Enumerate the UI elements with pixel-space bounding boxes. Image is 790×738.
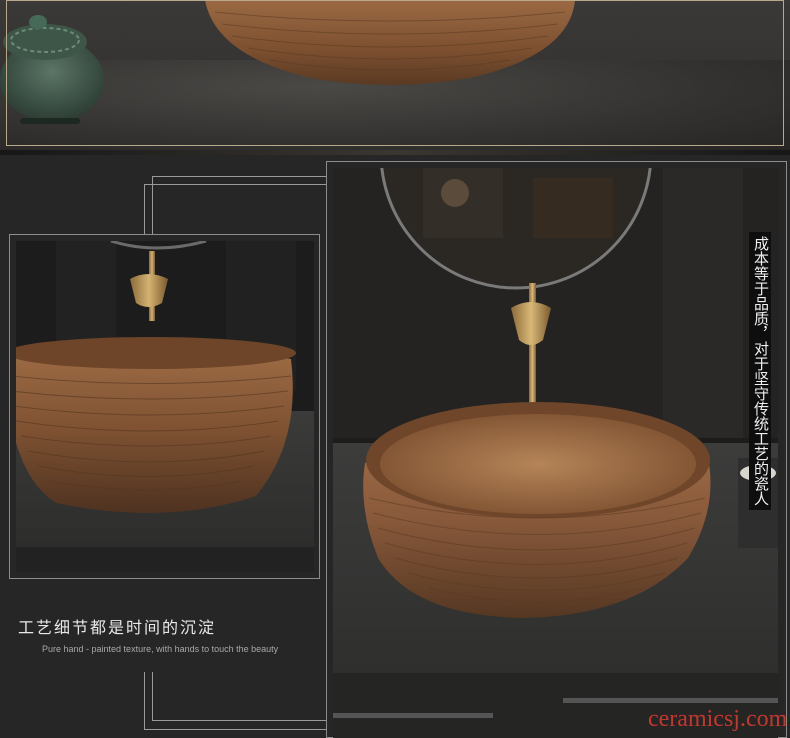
section-divider — [0, 150, 790, 155]
caption-title: 工艺细节都是时间的沉淀 — [18, 618, 217, 637]
left-photo — [16, 241, 314, 572]
deco-line — [152, 672, 153, 720]
deco-line — [144, 184, 145, 234]
caption-subtitle: Pure hand - painted texture, with hands … — [42, 644, 279, 654]
deco-line — [144, 729, 326, 730]
top-photo — [0, 0, 790, 150]
deco-line — [152, 176, 326, 177]
deco-line — [144, 184, 326, 185]
left-scene — [16, 241, 314, 572]
deco-line — [152, 720, 326, 721]
right-scene — [333, 168, 778, 738]
watermark: ceramicsj.com — [648, 706, 788, 732]
right-photo — [333, 168, 778, 738]
side-slogan: 成本等于品质，对于坚守传统工艺的瓷人 — [749, 232, 771, 510]
deco-line — [144, 672, 145, 730]
gold-frame — [6, 0, 784, 146]
left-bowl — [16, 344, 293, 513]
bowl-interior — [380, 414, 696, 514]
